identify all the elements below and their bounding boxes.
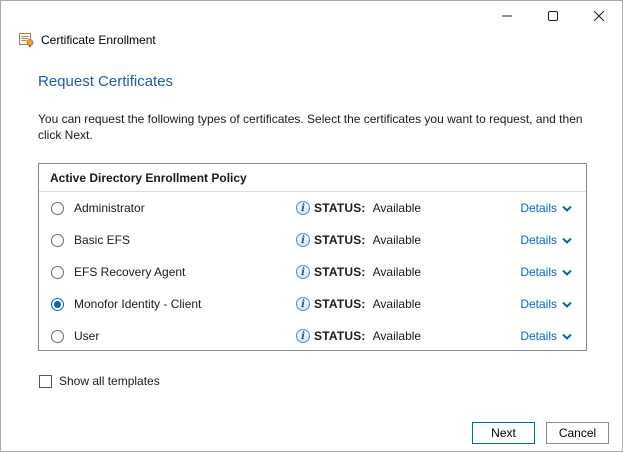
show-all-label[interactable]: Show all templates [59, 374, 160, 388]
template-radio[interactable] [51, 234, 64, 247]
details-link[interactable]: Details [520, 201, 572, 215]
template-row: User i STATUS: Available Details [39, 320, 586, 352]
close-icon [594, 11, 604, 21]
show-all-checkbox[interactable] [39, 375, 52, 388]
chevron-down-icon [562, 301, 572, 308]
template-status-cell: i STATUS: Available [296, 201, 421, 215]
details-link[interactable]: Details [520, 329, 572, 343]
next-button[interactable]: Next [472, 422, 535, 444]
template-label[interactable]: Monofor Identity - Client [74, 297, 201, 311]
caption-buttons [484, 1, 622, 31]
status-label: STATUS: [314, 233, 366, 247]
info-icon: i [296, 201, 310, 215]
details-link-label: Details [520, 233, 557, 247]
template-radio[interactable] [51, 298, 64, 311]
template-row: Basic EFS i STATUS: Available Details [39, 224, 586, 256]
details-link-label: Details [520, 329, 557, 343]
template-radio[interactable] [51, 266, 64, 279]
template-row: Administrator i STATUS: Available Detail… [39, 192, 586, 224]
cancel-button[interactable]: Cancel [546, 422, 609, 444]
template-status-cell: i STATUS: Available [296, 329, 421, 343]
chevron-down-icon [562, 237, 572, 244]
template-label[interactable]: Basic EFS [74, 233, 130, 247]
minimize-icon [502, 11, 512, 21]
template-radio[interactable] [51, 330, 64, 343]
template-row: EFS Recovery Agent i STATUS: Available D… [39, 256, 586, 288]
info-icon: i [296, 233, 310, 247]
template-label[interactable]: Administrator [74, 201, 145, 215]
chevron-down-icon [562, 269, 572, 276]
template-radio[interactable] [51, 202, 64, 215]
template-status-cell: i STATUS: Available [296, 233, 421, 247]
details-link-label: Details [520, 201, 557, 215]
template-name-cell: Monofor Identity - Client [51, 297, 296, 311]
policy-header: Active Directory Enrollment Policy [39, 164, 586, 192]
status-value: Available [373, 297, 421, 311]
template-status-cell: i STATUS: Available [296, 297, 421, 311]
status-value: Available [373, 265, 421, 279]
footer: Next Cancel [472, 422, 609, 444]
info-icon: i [296, 329, 310, 343]
status-value: Available [373, 329, 421, 343]
info-icon: i [296, 265, 310, 279]
status-value: Available [373, 201, 421, 215]
template-name-cell: Administrator [51, 201, 296, 215]
details-link[interactable]: Details [520, 265, 572, 279]
template-label[interactable]: User [74, 329, 99, 343]
info-icon: i [296, 297, 310, 311]
maximize-button[interactable] [530, 1, 576, 31]
certificate-enrollment-window: Certificate Enrollment Request Certifica… [0, 0, 623, 452]
details-link[interactable]: Details [520, 233, 572, 247]
show-all-templates-row: Show all templates [39, 374, 160, 388]
template-name-cell: Basic EFS [51, 233, 296, 247]
status-label: STATUS: [314, 201, 366, 215]
page-description: You can request the following types of c… [38, 111, 583, 143]
status-label: STATUS: [314, 265, 366, 279]
certificate-enrollment-icon [18, 32, 34, 48]
template-row: Monofor Identity - Client i STATUS: Avai… [39, 288, 586, 320]
minimize-button[interactable] [484, 1, 530, 31]
template-label[interactable]: EFS Recovery Agent [74, 265, 185, 279]
app-header: Certificate Enrollment [18, 32, 156, 48]
chevron-down-icon [562, 333, 572, 340]
window-title: Certificate Enrollment [41, 33, 156, 47]
status-label: STATUS: [314, 297, 366, 311]
template-name-cell: User [51, 329, 296, 343]
template-status-cell: i STATUS: Available [296, 265, 421, 279]
template-name-cell: EFS Recovery Agent [51, 265, 296, 279]
status-label: STATUS: [314, 329, 366, 343]
maximize-icon [548, 11, 558, 21]
page-title: Request Certificates [38, 73, 173, 90]
chevron-down-icon [562, 205, 572, 212]
details-link[interactable]: Details [520, 297, 572, 311]
template-list: Administrator i STATUS: Available Detail… [39, 192, 586, 352]
close-button[interactable] [576, 1, 622, 31]
details-link-label: Details [520, 265, 557, 279]
status-value: Available [373, 233, 421, 247]
details-link-label: Details [520, 297, 557, 311]
enrollment-policy-panel: Active Directory Enrollment Policy Admin… [38, 163, 587, 351]
